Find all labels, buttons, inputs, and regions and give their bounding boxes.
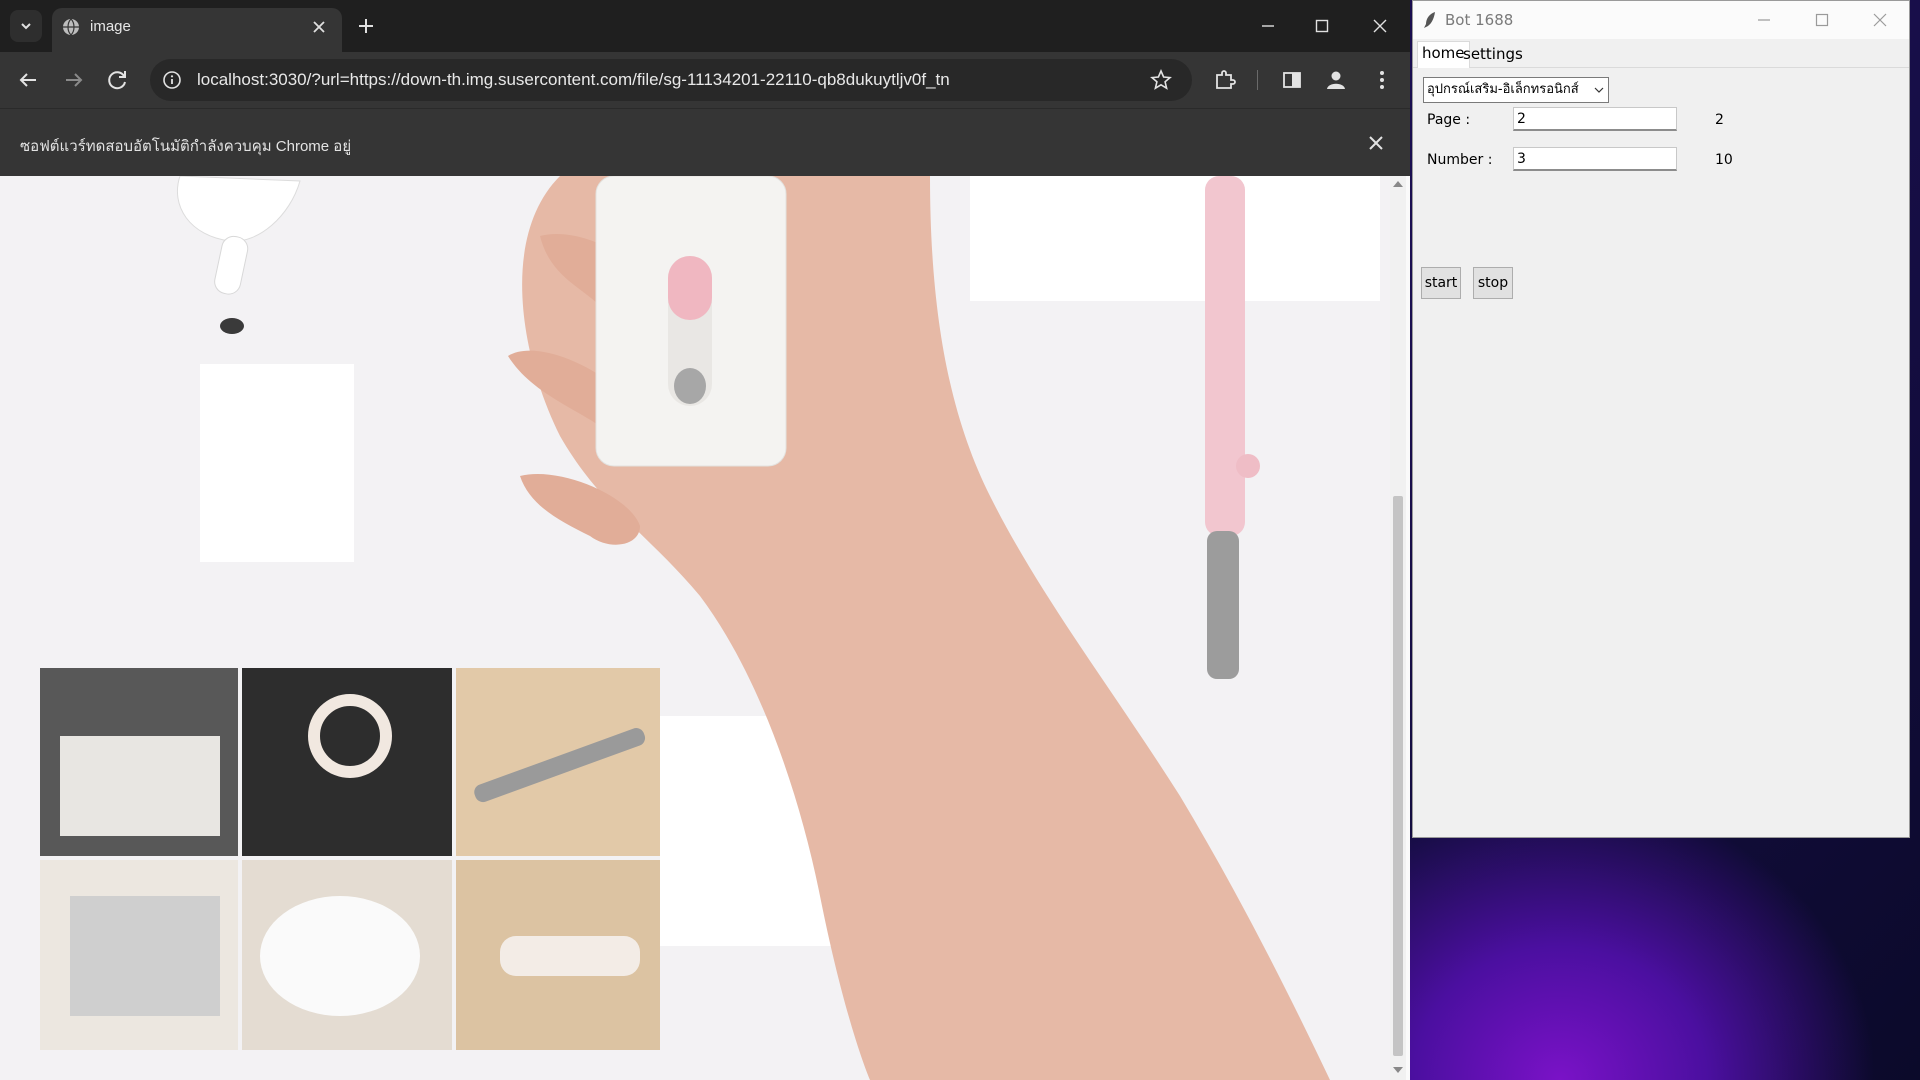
page-input[interactable]: 2 xyxy=(1513,107,1677,131)
maximize-icon[interactable] xyxy=(1811,9,1833,31)
window-close-icon[interactable] xyxy=(1869,9,1891,31)
plus-icon[interactable] xyxy=(354,14,378,38)
toolbar-divider xyxy=(1257,70,1258,90)
chevron-down-icon xyxy=(21,23,31,30)
scroll-up-icon[interactable] xyxy=(1393,180,1403,188)
product-image xyxy=(0,176,1390,1080)
maximize-icon[interactable] xyxy=(1308,12,1336,40)
bot-title: Bot 1688 xyxy=(1445,11,1514,29)
category-select[interactable]: อุปกรณ์เสริม-อิเล็กทรอนิกส์ xyxy=(1423,77,1609,103)
stop-button[interactable]: stop xyxy=(1473,267,1513,299)
number-input[interactable]: 3 xyxy=(1513,147,1677,171)
puzzle-icon[interactable] xyxy=(1211,66,1239,94)
minimize-icon[interactable] xyxy=(1254,12,1282,40)
page-label: Page : xyxy=(1427,112,1471,128)
automation-infobar: ซอฟต์แวร์ทดสอบอัตโนมัติกำลังควบคุม Chrom… xyxy=(0,108,1410,177)
close-icon[interactable] xyxy=(310,18,328,36)
profile-icon[interactable] xyxy=(1322,66,1350,94)
number-total: 10 xyxy=(1715,152,1733,168)
start-button[interactable]: start xyxy=(1421,267,1461,299)
close-icon[interactable] xyxy=(1366,133,1386,153)
page-scrollbar[interactable] xyxy=(1390,176,1406,1080)
address-bar[interactable]: localhost:3030/?url=https://down-th.img.… xyxy=(150,59,1192,101)
scrollbar-thumb[interactable] xyxy=(1393,496,1403,1056)
star-icon[interactable] xyxy=(1150,69,1172,91)
kebab-menu-icon[interactable] xyxy=(1368,66,1396,94)
window-close-icon[interactable] xyxy=(1366,12,1394,40)
arrow-left-icon[interactable] xyxy=(14,66,42,94)
minimize-icon[interactable] xyxy=(1753,9,1775,31)
info-icon[interactable] xyxy=(162,70,182,90)
tab-strip: image xyxy=(0,0,1410,52)
number-label: Number : xyxy=(1427,152,1493,168)
page-total: 2 xyxy=(1715,112,1724,128)
browser-toolbar: localhost:3030/?url=https://down-th.img.… xyxy=(0,52,1410,108)
browser-tab[interactable]: image xyxy=(52,8,342,52)
category-select-value: อุปกรณ์เสริม-อิเล็กทรอนิกส์ xyxy=(1427,82,1579,97)
page-content xyxy=(0,176,1410,1080)
arrow-right-icon[interactable] xyxy=(60,66,88,94)
chevron-down-icon xyxy=(1594,87,1604,93)
url-text[interactable]: localhost:3030/?url=https://down-th.img.… xyxy=(197,70,950,90)
chrome-window: image localhost:3030/?url=https://down-t… xyxy=(0,0,1410,1080)
side-panel-icon[interactable] xyxy=(1278,66,1306,94)
infobar-message: ซอฟต์แวร์ทดสอบอัตโนมัติกำลังควบคุม Chrom… xyxy=(20,138,352,155)
bot-titlebar[interactable]: Bot 1688 xyxy=(1413,1,1909,39)
tab-search-button[interactable] xyxy=(10,10,42,42)
bot-window: Bot 1688 home settings อุปกรณ์เสริม-อิเล… xyxy=(1412,0,1910,838)
reload-icon[interactable] xyxy=(104,66,132,94)
feather-icon xyxy=(1424,12,1435,28)
tab-title: image xyxy=(90,18,131,35)
scroll-down-icon[interactable] xyxy=(1393,1066,1403,1074)
tab-settings[interactable]: settings xyxy=(1459,43,1527,67)
globe-icon xyxy=(63,18,79,36)
bot-tab-bar: home settings xyxy=(1413,39,1909,68)
